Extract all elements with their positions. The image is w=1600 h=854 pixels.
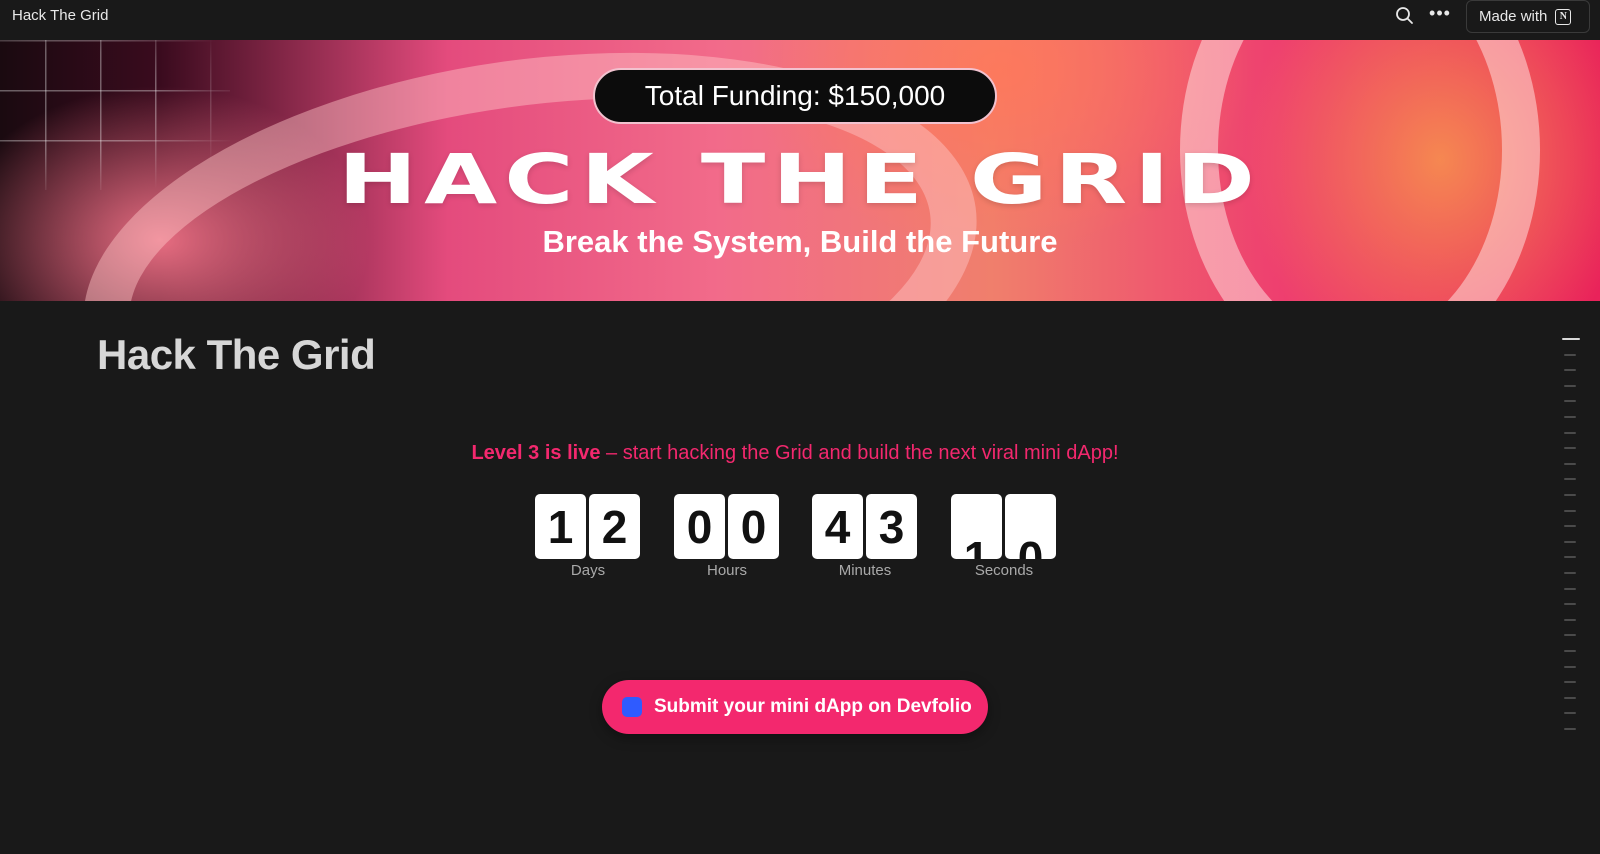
toc-line[interactable] xyxy=(1564,369,1576,372)
search-icon xyxy=(1396,7,1413,24)
made-with-label: Made with xyxy=(1479,8,1548,25)
countdown-label: Hours xyxy=(706,562,747,579)
top-bar: Hack The Grid ••• Made with N xyxy=(0,0,1600,40)
toc-line[interactable] xyxy=(1564,353,1576,356)
toc-line[interactable] xyxy=(1564,540,1576,543)
countdown-digits: 0 0 xyxy=(674,494,780,560)
live-announcement: Level 3 is live – start hacking the Grid… xyxy=(0,440,1590,466)
submit-devfolio-button[interactable]: Submit your mini dApp on Devfolio xyxy=(602,680,988,734)
toc-line[interactable] xyxy=(1564,634,1576,637)
toc-line[interactable] xyxy=(1564,462,1576,465)
live-announcement-strong: Level 3 is live xyxy=(471,442,601,464)
countdown-digit: 4 xyxy=(812,494,863,559)
toc-line[interactable] xyxy=(1562,338,1580,340)
banner-subtitle: Break the System, Build the Future xyxy=(542,224,1058,259)
toc-line[interactable] xyxy=(1564,572,1576,574)
more-icon: ••• xyxy=(1429,3,1451,23)
more-options-button[interactable]: ••• xyxy=(1428,4,1452,26)
devfolio-icon xyxy=(622,697,642,717)
countdown-digits: 1 2 xyxy=(535,494,641,560)
search-button[interactable] xyxy=(1394,5,1416,27)
countdown-digits: 4 3 xyxy=(812,494,918,560)
countdown-digits: 1 0 xyxy=(951,494,1057,560)
toc-line[interactable] xyxy=(1564,447,1576,450)
toc-line[interactable] xyxy=(1564,416,1576,418)
countdown-label: Seconds xyxy=(974,562,1034,579)
toc-line[interactable] xyxy=(1564,665,1576,668)
countdown-label: Days xyxy=(570,562,606,579)
toc-line[interactable] xyxy=(1564,400,1576,403)
toc-line[interactable] xyxy=(1564,696,1576,699)
toc-line[interactable] xyxy=(1564,494,1576,496)
toc-line[interactable] xyxy=(1564,431,1576,434)
made-with-notion-button[interactable]: Made with N xyxy=(1466,0,1590,33)
countdown-hours: 0 0 Hours xyxy=(674,494,780,584)
toc-line[interactable] xyxy=(1564,384,1576,387)
countdown-seconds: 1 0 Seconds xyxy=(951,494,1057,584)
toc-line[interactable] xyxy=(1564,525,1576,528)
countdown-digit: 0 xyxy=(674,494,725,559)
toc-line[interactable] xyxy=(1564,587,1576,590)
toc-line[interactable] xyxy=(1564,509,1576,512)
countdown-digit: 0 xyxy=(1005,494,1056,559)
countdown-days: 1 2 Days xyxy=(535,494,641,584)
breadcrumb-page-name[interactable]: Hack The Grid xyxy=(12,6,108,26)
countdown-digit: 1 xyxy=(535,494,586,559)
toc-line[interactable] xyxy=(1564,478,1576,481)
total-funding-badge: Total Funding: $150,000 xyxy=(593,68,997,124)
countdown-digit: 2 xyxy=(589,494,640,559)
countdown-minutes: 4 3 Minutes xyxy=(812,494,918,584)
notion-logo-icon: N xyxy=(1555,8,1572,25)
toc-line[interactable] xyxy=(1564,556,1576,559)
toc-line[interactable] xyxy=(1564,650,1576,652)
countdown-digit: 0 xyxy=(728,494,779,559)
toc-line[interactable] xyxy=(1564,728,1576,730)
cover-banner: Total Funding: $150,000 HACK THE GRID Br… xyxy=(0,40,1600,301)
submit-button-label: Submit your mini dApp on Devfolio xyxy=(654,696,972,717)
countdown-label: Minutes xyxy=(838,562,892,579)
banner-title: HACK THE GRID xyxy=(338,139,1262,220)
countdown-digit: 1 xyxy=(951,494,1002,559)
countdown-timer: 1 2 Days 0 0 Hours 4 3 Minutes 1 0 Secon… xyxy=(535,494,1065,584)
table-of-contents-rail[interactable] xyxy=(1562,338,1580,738)
page-title: Hack The Grid xyxy=(97,331,376,378)
toc-line[interactable] xyxy=(1564,681,1576,684)
countdown-digit: 3 xyxy=(866,494,917,559)
toc-line[interactable] xyxy=(1564,618,1576,621)
live-announcement-text: – start hacking the Grid and build the n… xyxy=(600,442,1119,464)
toc-line[interactable] xyxy=(1564,712,1576,715)
toc-line[interactable] xyxy=(1564,603,1576,606)
